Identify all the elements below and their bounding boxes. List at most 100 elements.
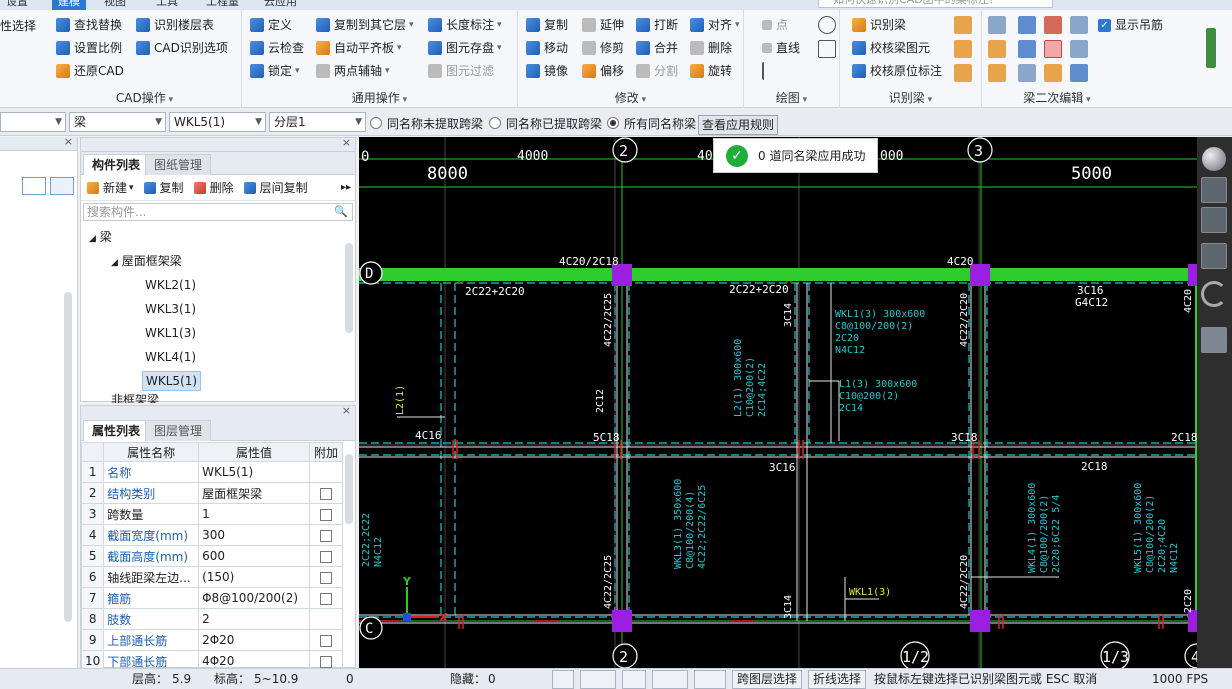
- property-scrollbar[interactable]: [345, 454, 353, 524]
- table-row[interactable]: 2 结构类别 屋面框架梁: [80, 482, 344, 504]
- table-row[interactable]: 3 跨数量 1: [80, 503, 344, 525]
- list-item-selected[interactable]: WKL5(1): [142, 371, 202, 391]
- floor-combo[interactable]: ▼: [0, 112, 66, 132]
- copy-button[interactable]: 复制: [526, 15, 568, 35]
- drawing-canvas[interactable]: 0 4000 400 000 8000 5000 2 3 D C 2 1/2 1…: [359, 137, 1197, 668]
- component-search-input[interactable]: 搜索构件... 🔍: [83, 203, 353, 221]
- table-row[interactable]: 5 截面高度(mm) 600: [80, 545, 344, 567]
- find-replace-button[interactable]: 查找替换: [56, 15, 122, 35]
- beam-edit-tool-icon-5[interactable]: [988, 40, 1006, 58]
- copy-to-other-floors-button[interactable]: 复制到其它层: [316, 15, 414, 35]
- floor-copy-button[interactable]: 层间复制: [243, 179, 308, 196]
- break-button[interactable]: 打断: [636, 15, 678, 35]
- circle-icon[interactable]: [818, 16, 836, 34]
- length-dimension-button[interactable]: 长度标注: [428, 15, 502, 35]
- property-value[interactable]: 600: [198, 545, 310, 567]
- tab-tools[interactable]: 工具: [150, 0, 184, 10]
- cloud-check-button[interactable]: 云检查: [250, 38, 304, 58]
- group-title-recognize-beam[interactable]: 识别梁: [840, 89, 981, 106]
- extend-button[interactable]: 延伸: [582, 15, 624, 35]
- property-value[interactable]: WKL5(1): [198, 461, 310, 483]
- group-title-beam-edit[interactable]: 梁二次编辑: [982, 89, 1132, 106]
- tab-cloud[interactable]: 云应用: [258, 0, 303, 10]
- beam-tool-icon-2[interactable]: [954, 40, 972, 58]
- group-title-common-ops[interactable]: 通用操作: [242, 89, 517, 106]
- save-element-button[interactable]: 图元存盘: [428, 38, 502, 58]
- dynamic-input-icon[interactable]: [694, 670, 726, 689]
- checkbox[interactable]: [319, 487, 332, 500]
- beam-edit-tool-icon-1[interactable]: [988, 16, 1006, 34]
- list-item[interactable]: WKL1(3): [145, 323, 196, 343]
- layer-panel-icon[interactable]: [1201, 327, 1227, 353]
- tab-drawing-management[interactable]: 图纸管理: [145, 154, 212, 175]
- show-hanger-bar-toggle[interactable]: ✓ 显示吊筋: [1098, 15, 1163, 35]
- offset-button[interactable]: 偏移: [582, 61, 624, 81]
- close-icon[interactable]: ×: [342, 404, 351, 417]
- delete-button[interactable]: 删除: [690, 38, 732, 58]
- view-3d-icon[interactable]: [1201, 177, 1227, 203]
- tab-component-list[interactable]: 构件列表: [83, 154, 150, 175]
- element-type-combo[interactable]: 梁 ▼: [69, 112, 166, 132]
- polyline-select-button[interactable]: 折线选择: [808, 670, 867, 689]
- layer-combo[interactable]: 分层1 ▼: [269, 112, 366, 132]
- trim-button[interactable]: 修剪: [582, 38, 624, 58]
- view-top-icon[interactable]: [1201, 243, 1227, 269]
- ribbon-collapse-handle[interactable]: [1206, 28, 1216, 68]
- table-row[interactable]: 9 上部通长筋 2Φ20: [80, 629, 344, 651]
- tab-settings[interactable]: 设置: [0, 0, 34, 10]
- cad-recognize-options-button[interactable]: CAD识别选项: [136, 38, 228, 58]
- tree-scrollbar[interactable]: [345, 243, 353, 333]
- beam-edit-tool-icon-8[interactable]: [1070, 40, 1088, 58]
- list-item[interactable]: WKL3(1): [145, 299, 196, 319]
- table-row[interactable]: 8 肢数 2: [80, 608, 344, 630]
- orbit-sphere-icon[interactable]: [1202, 147, 1226, 171]
- attribute-select-button[interactable]: 性选择: [0, 16, 36, 36]
- tab-property-list[interactable]: 属性列表: [83, 420, 150, 441]
- checkbox[interactable]: [319, 655, 332, 668]
- checkbox[interactable]: [319, 550, 332, 563]
- property-value[interactable]: 300: [198, 524, 310, 546]
- checkbox[interactable]: [319, 529, 332, 542]
- beam-tool-icon-1[interactable]: [954, 16, 972, 34]
- property-value[interactable]: 1: [198, 503, 310, 525]
- table-row[interactable]: 7 箍筋 Φ8@100/200(2): [80, 587, 344, 609]
- copy-component-button[interactable]: 复制: [143, 179, 184, 196]
- navigation-scrollbar[interactable]: [64, 292, 72, 622]
- checkbox[interactable]: [319, 571, 332, 584]
- align-button[interactable]: 对齐: [690, 15, 740, 35]
- group-title-modify[interactable]: 修改: [518, 89, 743, 106]
- table-row[interactable]: 6 轴线距梁左边... (150): [80, 566, 344, 588]
- table-row[interactable]: 4 截面宽度(mm) 300: [80, 524, 344, 546]
- tab-view[interactable]: 视图: [98, 0, 132, 10]
- tree-node-roof-frame-beam[interactable]: ◢ 屋面框架梁: [111, 251, 182, 271]
- property-value[interactable]: 2: [198, 608, 310, 630]
- list-view-icon[interactable]: [22, 177, 46, 195]
- recognize-beam-button[interactable]: 识别梁: [852, 15, 906, 35]
- rectangle-icon[interactable]: [818, 40, 836, 58]
- radio-all-same-name[interactable]: 所有同名称梁: [607, 114, 696, 132]
- checkbox[interactable]: [319, 634, 332, 647]
- angle-snap-icon[interactable]: [652, 670, 688, 689]
- grid-view-icon[interactable]: [50, 177, 74, 195]
- cross-snap-icon[interactable]: [622, 670, 646, 689]
- recognize-floor-table-button[interactable]: 识别楼层表: [136, 15, 214, 35]
- rotate-button[interactable]: 旋转: [690, 61, 732, 81]
- table-row[interactable]: 1 名称 WKL5(1): [80, 461, 344, 483]
- tree-node-non-frame-beam[interactable]: 非框架梁: [111, 393, 159, 403]
- element-filter-button[interactable]: 图元过滤: [428, 61, 494, 81]
- beam-edit-tool-icon-6[interactable]: [1018, 40, 1036, 58]
- beam-edit-tool-icon-10[interactable]: [1018, 64, 1036, 82]
- beam-edit-tool-icon-9[interactable]: [988, 64, 1006, 82]
- more-icon[interactable]: ▸▸: [341, 182, 351, 193]
- rotate-view-icon[interactable]: [1201, 281, 1227, 307]
- beam-tool-icon-3[interactable]: [954, 64, 972, 82]
- property-value[interactable]: 屋面框架梁: [198, 482, 310, 504]
- checkbox[interactable]: [319, 592, 332, 605]
- close-icon[interactable]: ×: [64, 135, 73, 148]
- radio-extracted-spans[interactable]: 同名称已提取跨梁: [489, 114, 602, 132]
- list-item[interactable]: WKL2(1): [145, 275, 196, 295]
- radio-unextracted-spans[interactable]: 同名称未提取跨梁: [370, 114, 483, 132]
- view-cube-icon[interactable]: [1201, 207, 1227, 233]
- tree-node-beam[interactable]: ◢ 梁: [89, 227, 112, 247]
- new-button[interactable]: 新建 ▾: [87, 179, 134, 196]
